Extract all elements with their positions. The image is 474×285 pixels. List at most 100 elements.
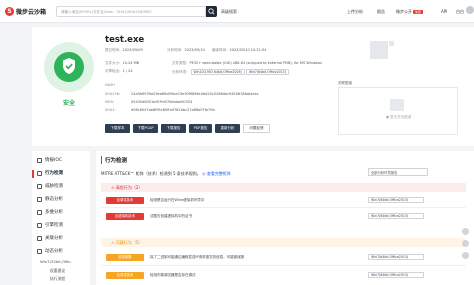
sidebar-item-ioc[interactable]: 情报IOC bbox=[37, 157, 62, 163]
empty-graph-icon bbox=[390, 99, 404, 111]
compile-time: 编译时间：2023/05/10 10:21:54 bbox=[212, 48, 267, 53]
share-icon[interactable] bbox=[462, 228, 469, 235]
sidebar-item-label: 引擎检测 bbox=[45, 223, 63, 228]
submit-time: 提交时间：2023/05/09 bbox=[105, 48, 143, 53]
feedback-button[interactable]: 问题反馈 bbox=[243, 124, 270, 133]
mitre-matrix-link[interactable]: ◎ 查看完整矩阵 bbox=[202, 171, 231, 176]
engine-detection-label: 引擎检出： bbox=[105, 69, 123, 73]
behavior-env[interactable]: Win7(64bit,Office2013) bbox=[368, 197, 424, 203]
reanalyze-button[interactable]: 重新分析 bbox=[215, 124, 240, 133]
behavior-env[interactable]: Win7(64bit,Office2013) bbox=[368, 213, 424, 219]
sidebar-item-label: 关联分析 bbox=[45, 236, 63, 241]
file-type: 文件类型：PE32+ executable (GUI) x86-64 (stri… bbox=[172, 61, 322, 66]
file-size-value: 10.24 MB bbox=[122, 61, 140, 65]
logo[interactable]: S 微步云沙箱 bbox=[5, 7, 46, 16]
analysis-env-label: 分析环境： bbox=[172, 70, 190, 74]
advanced-search-link[interactable]: 高级搜索 bbox=[221, 9, 237, 15]
sidebar-item-engine[interactable]: 引擎检测 bbox=[37, 222, 63, 228]
analysis-env: 分析环境： Win10(1903 64bit,Office2016) Win7(64… bbox=[172, 69, 289, 75]
nav-api-label: 微步公开 bbox=[396, 9, 412, 14]
sidebar-sub-flow[interactable]: 执行流程 bbox=[50, 276, 65, 282]
sidebar-env-select[interactable]: Win7(32bit,Ofib.. bbox=[40, 259, 72, 264]
behavior-env[interactable]: Win7(64bit,Office2013) bbox=[368, 254, 424, 260]
preview-thumbnail[interactable] bbox=[370, 41, 388, 59]
nav-api2[interactable]: API bbox=[441, 9, 447, 14]
threat-icon bbox=[37, 183, 42, 189]
behavior-desc: 试图去创建虚拟机中的证书 bbox=[150, 214, 192, 218]
hash-value[interactable]: 24a5b9939a29ee6fb4f5be23e30f9866c0bd20c0… bbox=[131, 92, 259, 96]
engine-detection: 引擎检出：1 / 24 bbox=[105, 69, 133, 74]
behavior-desc: 检测内核调试器是否存在调试 bbox=[150, 273, 196, 277]
download-sample-button[interactable]: 下载样本 bbox=[105, 124, 130, 133]
suspicious-group[interactable]: ⚠ 可疑行为（5） bbox=[101, 238, 466, 247]
section-title: 行为检测 bbox=[101, 156, 127, 164]
sidebar-item-behavior[interactable]: 行为检测 bbox=[37, 170, 63, 176]
static-icon bbox=[37, 196, 42, 202]
file-name: test.exe bbox=[105, 35, 145, 45]
graph-label: 关联图谱 bbox=[338, 81, 352, 85]
env-tag[interactable]: Win10(1903 64bit,Office2016) bbox=[190, 69, 245, 75]
engine-detection-value: 1 / 24 bbox=[122, 69, 133, 73]
sidebar-item-label: 多维分析 bbox=[45, 210, 63, 215]
sidebar-item-relation[interactable]: 关联分析 bbox=[37, 235, 63, 241]
sidebar-item-label: 行为检测 bbox=[45, 171, 63, 176]
sidebar-item-label: 动态分析 bbox=[45, 249, 63, 254]
sidebar-item-threat[interactable]: 威胁检测 bbox=[37, 183, 63, 189]
sidebar: 情报IOC 行为检测 威胁检测 静态分析 多维分析 引擎检测 关联分析 动态分析… bbox=[32, 151, 90, 285]
logo-icon: S bbox=[5, 7, 14, 16]
sidebar-item-static[interactable]: 静态分析 bbox=[37, 196, 63, 202]
behavior-env[interactable]: Win7(64bit,Office2013) bbox=[368, 272, 424, 278]
analysis-time-value: 2023/05/10 bbox=[184, 48, 205, 52]
env-report-select[interactable]: 全部分析环境报告 bbox=[368, 168, 428, 176]
file-size: 文件大小：10.24 MB bbox=[105, 61, 139, 66]
feedback-icon[interactable] bbox=[462, 240, 469, 247]
sidebar-item-label: 情报IOC bbox=[45, 158, 63, 163]
behavior-tag: 反调试技术 bbox=[106, 272, 144, 279]
graph-empty-text: ● 暂无关系图谱 bbox=[386, 115, 412, 119]
sidebar-item-dynamic[interactable]: 动态分析 bbox=[37, 248, 63, 254]
free-badge: 免费 bbox=[413, 10, 424, 14]
nav-report[interactable]: 报告 bbox=[377, 9, 385, 15]
submit-time-label: 提交时间： bbox=[105, 48, 123, 52]
behavior-desc: 除了二进制可能通过编程发送IP请求报文的信息，可能被误报 bbox=[150, 255, 245, 259]
hash-value[interactable]: d06c6047ab6f95c65ffa9781bbc27a86a07fe79b bbox=[131, 108, 215, 112]
shield-check-icon bbox=[63, 58, 75, 74]
sidebar-item-multi[interactable]: 多维分析 bbox=[37, 209, 63, 215]
nav-user[interactable]: 白白 bbox=[456, 9, 464, 15]
engine-icon bbox=[37, 222, 42, 228]
compile-time-value: 2023/05/10 10:21:54 bbox=[229, 48, 267, 52]
behavior-panel: 行为检测 MITRE ATT&CK™ 矩阵（技术）检测到 5 条技术规则。 ◎ … bbox=[96, 151, 474, 285]
sidebar-sub-weights[interactable]: 权重建议 bbox=[50, 268, 65, 274]
hash-title: HASH bbox=[105, 83, 115, 87]
hash-key: MD5: bbox=[105, 100, 115, 104]
file-type-value: PE32+ executable (GUI) x86-64 (stripped … bbox=[189, 61, 322, 65]
mitre-summary: MITRE ATT&CK™ 矩阵（技术）检测到 5 条技术规则。 ◎ 查看完整矩… bbox=[101, 171, 231, 177]
download-report-button[interactable]: 下载报告 bbox=[161, 124, 186, 133]
back-to-top-icon[interactable] bbox=[462, 252, 469, 259]
nav-api[interactable]: 微步公开 免费 bbox=[396, 9, 424, 15]
mitre-text: MITRE ATT&CK™ 矩阵（技术）检测到 5 条技术规则。 bbox=[101, 171, 201, 176]
pdf-report-button[interactable]: PDF报告 bbox=[189, 124, 212, 133]
relation-graph[interactable] bbox=[338, 87, 458, 135]
behavior-tag: 反调试技术 bbox=[106, 197, 144, 204]
env-tag[interactable]: Win7(64bit,Office2013) bbox=[245, 69, 289, 75]
high-risk-group[interactable]: ⚠ 高危行为（2） bbox=[101, 183, 466, 192]
search-input[interactable]: 请输入域名/IP/URL/文件名/hash · SHA1/SHA256/MD5 bbox=[56, 6, 206, 17]
verdict-label: 安全 bbox=[62, 100, 75, 107]
preview-thumbnail-small[interactable] bbox=[389, 41, 394, 46]
sidebar-item-label: 静态分析 bbox=[45, 197, 63, 202]
download-pcap-button[interactable]: 下载PCAP bbox=[133, 124, 158, 133]
row-divider bbox=[101, 265, 466, 266]
nav-upload[interactable]: 上传分析 bbox=[347, 9, 363, 15]
hash-value[interactable]: 05430d6051bf97fd07fabdae90354 bbox=[131, 100, 192, 104]
hash-key: SHA256: bbox=[105, 92, 121, 96]
search-button[interactable] bbox=[206, 6, 217, 17]
relation-icon bbox=[37, 235, 42, 241]
file-type-label: 文件类型： bbox=[172, 61, 190, 65]
hash-row: MD5: 05430d6051bf97fd07fabdae90354 bbox=[105, 100, 192, 104]
row-divider bbox=[101, 207, 466, 208]
multi-icon bbox=[37, 209, 42, 215]
submit-time-value: 2023/05/09 bbox=[122, 48, 143, 52]
avatar[interactable] bbox=[466, 6, 474, 14]
search-icon bbox=[208, 8, 215, 15]
